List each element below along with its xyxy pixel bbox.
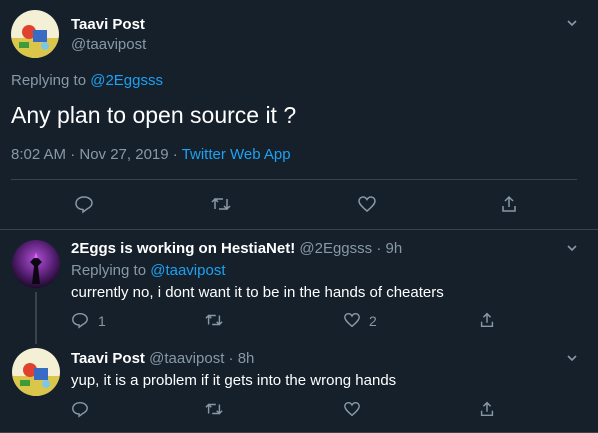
avatar[interactable] — [11, 10, 59, 58]
replying-to-label: Replying to — [71, 262, 147, 279]
author-handle[interactable]: @taavipost — [149, 350, 224, 367]
thread-line — [35, 292, 37, 344]
avatar[interactable] — [12, 240, 60, 288]
chevron-down-icon[interactable] — [565, 16, 579, 30]
reply-header: 2Eggs is working on HestiaNet! @2Eggsss … — [71, 240, 402, 257]
author-handle[interactable]: @taavipost — [71, 36, 146, 53]
author-name[interactable]: Taavi Post — [71, 16, 145, 33]
tweet-meta: 8:02 AM · Nov 27, 2019 · Twitter Web App — [11, 146, 291, 163]
reply-icon[interactable] — [71, 400, 89, 418]
replying-to: Replying to @2Eggsss — [11, 72, 163, 89]
retweet-icon[interactable] — [204, 311, 224, 329]
reply-icon[interactable] — [74, 194, 94, 214]
author-name[interactable]: Taavi Post — [71, 350, 145, 367]
replying-to-label: Replying to — [11, 72, 87, 89]
reply-count: 1 — [98, 313, 106, 329]
reply-text: yup, it is a problem if it gets into the… — [71, 372, 397, 389]
author-handle[interactable]: @2Eggsss — [299, 240, 372, 257]
reply-time[interactable]: · 9h — [376, 240, 402, 257]
author-name[interactable]: 2Eggs is working on HestiaNet! — [71, 240, 295, 257]
replying-to-link[interactable]: @taavipost — [150, 262, 225, 279]
reply-time[interactable]: · 8h — [229, 350, 255, 367]
share-icon[interactable] — [478, 311, 496, 329]
tweet-text: Any plan to open source it ? — [11, 102, 297, 128]
chevron-down-icon[interactable] — [565, 351, 579, 365]
chevron-down-icon[interactable] — [565, 241, 579, 255]
like-icon[interactable] — [357, 194, 377, 214]
share-icon[interactable] — [478, 400, 496, 418]
reply-text: currently no, i dont want it to be in th… — [71, 284, 444, 301]
like-icon[interactable] — [343, 400, 361, 418]
replying-to-link[interactable]: @2Eggsss — [90, 72, 163, 89]
tweet-source[interactable]: Twitter Web App — [182, 146, 291, 163]
replying-to: Replying to @taavipost — [71, 262, 225, 279]
like-icon[interactable] — [343, 311, 361, 329]
retweet-icon[interactable] — [204, 400, 224, 418]
reply-header: Taavi Post @taavipost · 8h — [71, 350, 254, 367]
divider — [11, 179, 577, 180]
like-count: 2 — [369, 313, 377, 329]
reply-icon[interactable] — [71, 311, 89, 329]
share-icon[interactable] — [499, 194, 519, 214]
retweet-icon[interactable] — [210, 194, 232, 214]
tweet-timestamp[interactable]: 8:02 AM · Nov 27, 2019 · — [11, 146, 178, 163]
avatar[interactable] — [12, 348, 60, 396]
divider — [0, 229, 598, 230]
